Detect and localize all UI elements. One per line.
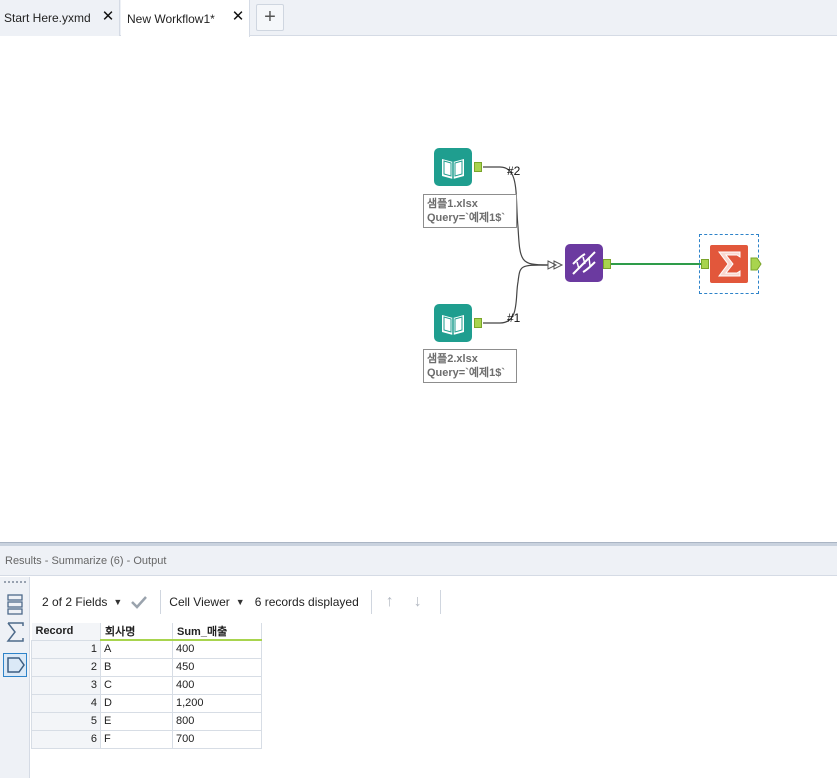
connection-label: #1: [507, 311, 521, 325]
table-header-row: Record 회사명 Sum_매출: [31, 623, 262, 641]
records-count: 6 records displayed: [255, 595, 359, 609]
tab-label: Start Here.yxmd: [4, 11, 91, 25]
book-icon: [442, 159, 464, 179]
table-row[interactable]: 3 C 400: [31, 675, 262, 695]
checkmark-icon: [131, 596, 148, 609]
results-side-bar: [0, 577, 30, 778]
dna-icon: [572, 251, 596, 275]
cell-sum-sales[interactable]: 700: [172, 729, 262, 749]
record-number: 4: [31, 693, 101, 713]
connection-label: #2: [507, 164, 521, 178]
input-data-tool-1[interactable]: [434, 148, 472, 186]
fields-label: 2 of 2 Fields: [42, 595, 108, 609]
apply-fields-button[interactable]: [130, 595, 148, 609]
tab-new-workflow[interactable]: New Workflow1* ✕: [121, 0, 250, 37]
toolbar-divider: [439, 590, 441, 614]
book-icon: [442, 315, 464, 335]
tool-annotation: 샘플2.xlsx Query=`예제1$`: [423, 349, 517, 383]
union-tool[interactable]: [565, 244, 603, 282]
close-icon[interactable]: ✕: [101, 9, 115, 24]
summarize-tool[interactable]: [710, 245, 748, 283]
record-number: 5: [31, 711, 101, 731]
cell-sum-sales[interactable]: 400: [172, 639, 262, 659]
tab-label: New Workflow1*: [127, 11, 215, 26]
cell-company[interactable]: F: [100, 729, 173, 749]
workflow-canvas[interactable]: #2 샘플1.xlsx Query=`예제1$` #1 샘플2.xlsx Que…: [0, 37, 837, 542]
tab-start-here[interactable]: Start Here.yxmd ✕: [0, 0, 120, 36]
fields-dropdown[interactable]: 2 of 2 Fields ▼: [42, 595, 122, 609]
table-row[interactable]: 2 B 450: [31, 657, 262, 677]
output-anchor[interactable]: [603, 259, 611, 269]
tool-annotation: 샘플1.xlsx Query=`예제1$`: [423, 194, 517, 228]
annotation-filename: 샘플2.xlsx: [427, 353, 478, 365]
cell-sum-sales[interactable]: 450: [172, 657, 262, 677]
sigma-icon: [6, 622, 24, 642]
cell-sum-sales[interactable]: 1,200: [172, 693, 262, 713]
grip-icon[interactable]: [4, 581, 26, 584]
annotation-filename: 샘플1.xlsx: [427, 198, 478, 210]
record-number: 6: [31, 729, 101, 749]
toolbar-divider: [370, 590, 372, 614]
caret-down-icon: ▼: [235, 597, 245, 607]
column-header-record[interactable]: Record: [31, 623, 101, 641]
cell-viewer-dropdown[interactable]: Cell Viewer ▼: [169, 595, 244, 609]
cell-sum-sales[interactable]: 400: [172, 675, 262, 695]
cell-sum-sales[interactable]: 800: [172, 711, 262, 731]
sigma-icon: [718, 251, 741, 277]
summarize-view-button[interactable]: [3, 620, 27, 644]
close-icon[interactable]: ✕: [231, 9, 245, 24]
table-row[interactable]: 1 A 400: [31, 639, 262, 659]
toolbar-divider: [160, 590, 162, 614]
results-toolbar: 2 of 2 Fields ▼ Cell Viewer ▼ 6 records …: [31, 581, 837, 623]
tag-icon: [7, 657, 25, 673]
input-anchor[interactable]: [701, 259, 709, 269]
output-anchor[interactable]: [474, 162, 482, 172]
output-anchor[interactable]: [474, 318, 482, 328]
table-row[interactable]: 4 D 1,200: [31, 693, 262, 713]
viewer-label: Cell Viewer: [169, 595, 230, 609]
record-number: 1: [31, 639, 101, 659]
add-tab-button[interactable]: +: [256, 4, 284, 31]
results-table: Record 회사명 Sum_매출 1 A 400 2 B 450 3 C 40…: [31, 623, 262, 749]
record-number: 2: [31, 657, 101, 677]
join-input-anchor-icon: [547, 260, 564, 270]
annotation-query: Query=`예제1$`: [427, 212, 506, 224]
tag-view-button[interactable]: [3, 653, 27, 677]
cell-company[interactable]: E: [100, 711, 173, 731]
annotation-query: Query=`예제1$`: [427, 367, 506, 379]
cell-company[interactable]: A: [100, 639, 173, 659]
column-header-company[interactable]: 회사명: [100, 623, 173, 641]
tab-bar: Start Here.yxmd ✕ New Workflow1* ✕ +: [0, 0, 837, 37]
input-data-tool-2[interactable]: [434, 304, 472, 342]
records-label: 6 records displayed: [254, 595, 359, 609]
rows-icon: [7, 594, 23, 615]
table-view-button[interactable]: [3, 592, 27, 616]
record-number: 3: [31, 675, 101, 695]
cell-company[interactable]: C: [100, 675, 173, 695]
table-row[interactable]: 6 F 700: [31, 729, 262, 749]
cell-company[interactable]: B: [100, 657, 173, 677]
table-row[interactable]: 5 E 800: [31, 711, 262, 731]
arrow-up-icon[interactable]: ↑: [380, 593, 400, 611]
caret-down-icon: ▼: [113, 597, 123, 607]
results-title: Results - Summarize (6) - Output: [0, 546, 837, 576]
cell-company[interactable]: D: [100, 693, 173, 713]
arrow-down-icon[interactable]: ↓: [408, 593, 428, 611]
column-header-sum-sales[interactable]: Sum_매출: [172, 623, 262, 641]
output-anchor[interactable]: [750, 257, 762, 271]
